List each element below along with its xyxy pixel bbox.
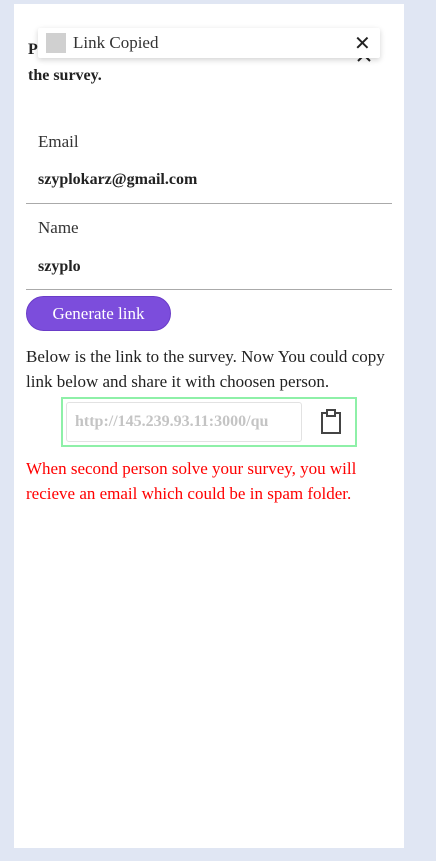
toast-status-icon — [46, 33, 66, 53]
name-field[interactable]: Name szyplo — [26, 204, 392, 290]
clipboard-icon — [319, 409, 343, 438]
email-field[interactable]: Email szyplokarz@gmail.com — [26, 122, 392, 204]
email-value[interactable]: szyplokarz@gmail.com — [38, 171, 197, 189]
copy-link-button[interactable] — [317, 409, 345, 437]
toast-message: Link Copied — [73, 33, 159, 52]
link-description: Below is the link to the survey. Now You… — [26, 347, 385, 391]
email-label: Email — [38, 132, 79, 151]
name-label: Name — [38, 218, 79, 237]
spam-warning: When second person solve your survey, yo… — [26, 459, 357, 503]
link-container — [61, 397, 357, 447]
generate-link-button[interactable]: Generate link — [26, 296, 171, 331]
name-value[interactable]: szyplo — [38, 258, 81, 276]
close-icon[interactable]: ✕ — [354, 31, 371, 55]
dialog-title-line2: the survey. — [28, 67, 102, 84]
survey-dialog: P the survey. Email szyplokarz@gmail.com… — [14, 4, 404, 848]
link-copied-toast: Link Copied ✕ — [38, 28, 380, 58]
survey-link-input[interactable] — [66, 402, 302, 442]
dialog-title-prefix: P — [28, 41, 38, 58]
